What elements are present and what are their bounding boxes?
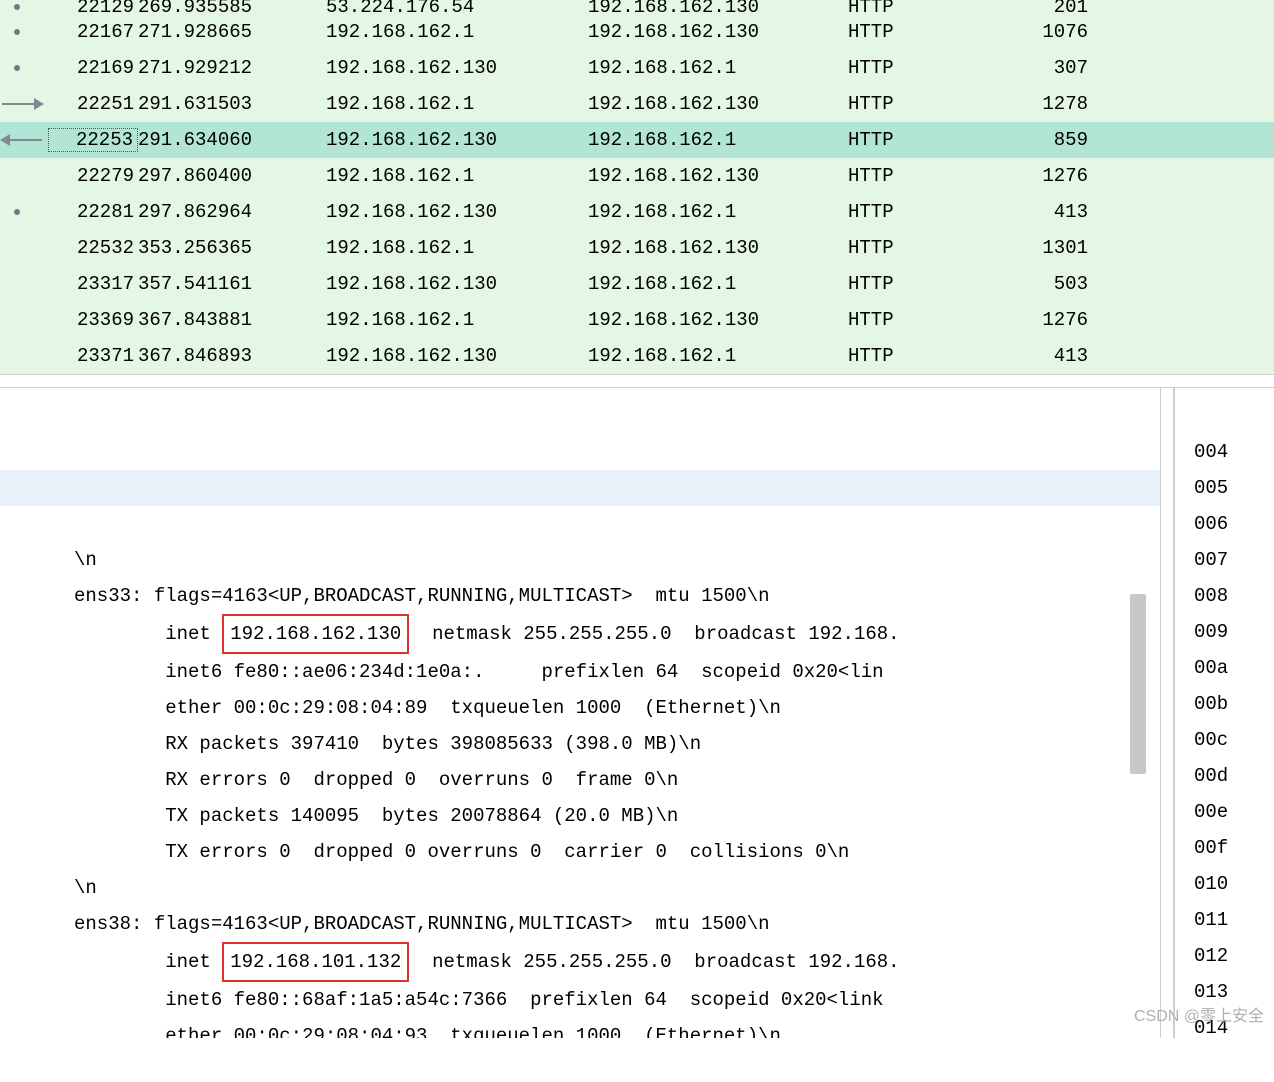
packet-destination: 192.168.162.130 [588, 21, 848, 43]
packet-time: 367.843881 [138, 309, 318, 331]
packet-source: 192.168.162.130 [318, 273, 588, 295]
packet-number: 22251 [48, 93, 138, 115]
packet-row[interactable]: 22253291.634060192.168.162.130192.168.16… [0, 122, 1274, 158]
packet-destination: 192.168.162.1 [588, 57, 848, 79]
packet-destination: 192.168.162.1 [588, 129, 848, 151]
packet-source: 192.168.162.130 [318, 129, 588, 151]
packet-row[interactable]: 22129269.93558553.224.176.54192.168.162.… [0, 0, 1274, 14]
packet-time: 357.541161 [138, 273, 318, 295]
related-packet-dot-icon [14, 29, 20, 35]
packet-length: 201 [978, 0, 1098, 14]
packet-detail-text: \n ens33: flags=4163<UP,BROADCAST,RUNNIN… [74, 506, 1160, 1038]
packet-source: 192.168.162.1 [318, 21, 588, 43]
packet-time: 353.256365 [138, 237, 318, 259]
packet-protocol: HTTP [848, 129, 978, 151]
packet-destination: 192.168.162.130 [588, 93, 848, 115]
packet-time: 291.631503 [138, 93, 318, 115]
packet-number: 22129 [48, 0, 138, 14]
packet-length: 307 [978, 57, 1098, 79]
packet-length: 413 [978, 201, 1098, 223]
packet-source: 192.168.162.1 [318, 165, 588, 187]
packet-row[interactable]: 22167271.928665192.168.162.1192.168.162.… [0, 14, 1274, 50]
related-packet-dot-icon [14, 4, 20, 10]
packet-destination: 192.168.162.130 [588, 237, 848, 259]
packet-source: 53.224.176.54 [318, 0, 588, 14]
selected-detail-line [0, 470, 1160, 506]
packet-time: 269.935585 [138, 0, 318, 14]
packet-protocol: HTTP [848, 237, 978, 259]
packet-destination: 192.168.162.130 [588, 0, 848, 14]
highlight-ip-ens33: 192.168.162.130 [222, 614, 409, 654]
packet-number: 23317 [48, 273, 138, 295]
packet-time: 367.846893 [138, 345, 318, 367]
packet-length: 1076 [978, 21, 1098, 43]
related-packet-dot-icon [14, 209, 20, 215]
packet-time: 271.929212 [138, 57, 318, 79]
packet-number: 22281 [48, 201, 138, 223]
packet-source: 192.168.162.130 [318, 345, 588, 367]
packet-number: 22279 [48, 165, 138, 187]
packet-number: 22532 [48, 237, 138, 259]
packet-source: 192.168.162.1 [318, 309, 588, 331]
packet-protocol: HTTP [848, 345, 978, 367]
packet-row[interactable]: 22169271.929212192.168.162.130192.168.16… [0, 50, 1274, 86]
packet-row[interactable]: 23317357.541161192.168.162.130192.168.16… [0, 266, 1274, 302]
related-packet-dot-icon [14, 65, 20, 71]
packet-destination: 192.168.162.130 [588, 309, 848, 331]
packet-time: 297.860400 [138, 165, 318, 187]
packet-number: 23371 [48, 345, 138, 367]
packet-length: 1276 [978, 309, 1098, 331]
packet-time: 271.928665 [138, 21, 318, 43]
packet-source: 192.168.162.130 [318, 201, 588, 223]
packet-source: 192.168.162.1 [318, 237, 588, 259]
packet-time: 291.634060 [138, 129, 318, 151]
packet-protocol: HTTP [848, 57, 978, 79]
response-arrow-icon [2, 139, 42, 141]
packet-destination: 192.168.162.1 [588, 201, 848, 223]
packet-destination: 192.168.162.1 [588, 345, 848, 367]
packet-time: 297.862964 [138, 201, 318, 223]
packet-length: 413 [978, 345, 1098, 367]
packet-protocol: HTTP [848, 201, 978, 223]
packet-protocol: HTTP [848, 165, 978, 187]
request-arrow-icon [2, 103, 42, 105]
packet-protocol: HTTP [848, 309, 978, 331]
packet-protocol: HTTP [848, 93, 978, 115]
packet-protocol: HTTP [848, 21, 978, 43]
highlight-ip-ens38: 192.168.101.132 [222, 942, 409, 982]
packet-protocol: HTTP [848, 273, 978, 295]
packet-list[interactable]: 22129269.93558553.224.176.54192.168.162.… [0, 0, 1274, 374]
packet-number: 23369 [48, 309, 138, 331]
packet-protocol: HTTP [848, 0, 978, 14]
packet-number: 22169 [48, 57, 138, 79]
packet-number: 22167 [48, 21, 138, 43]
pane-splitter-vertical[interactable] [1160, 388, 1174, 1038]
packet-row[interactable]: 22251291.631503192.168.162.1192.168.162.… [0, 86, 1274, 122]
packet-number: 22253 [48, 128, 138, 152]
packet-row[interactable]: 23369367.843881192.168.162.1192.168.162.… [0, 302, 1274, 338]
packet-length: 859 [978, 129, 1098, 151]
packet-details-pane[interactable]: \n ens33: flags=4163<UP,BROADCAST,RUNNIN… [0, 388, 1160, 1038]
packet-destination: 192.168.162.130 [588, 165, 848, 187]
packet-source: 192.168.162.1 [318, 93, 588, 115]
packet-length: 1276 [978, 165, 1098, 187]
packet-row[interactable]: 22532353.256365192.168.162.1192.168.162.… [0, 230, 1274, 266]
packet-length: 1278 [978, 93, 1098, 115]
hex-dump-pane[interactable]: 004 005 006 007 008 009 00a 00b 00c 00d … [1174, 388, 1274, 1038]
packet-destination: 192.168.162.1 [588, 273, 848, 295]
packet-row[interactable]: 22279297.860400192.168.162.1192.168.162.… [0, 158, 1274, 194]
packet-row[interactable]: 23371367.846893192.168.162.130192.168.16… [0, 338, 1274, 374]
packet-row[interactable]: 22281297.862964192.168.162.130192.168.16… [0, 194, 1274, 230]
packet-length: 503 [978, 273, 1098, 295]
packet-length: 1301 [978, 237, 1098, 259]
packet-source: 192.168.162.130 [318, 57, 588, 79]
pane-splitter-horizontal[interactable] [0, 374, 1274, 388]
